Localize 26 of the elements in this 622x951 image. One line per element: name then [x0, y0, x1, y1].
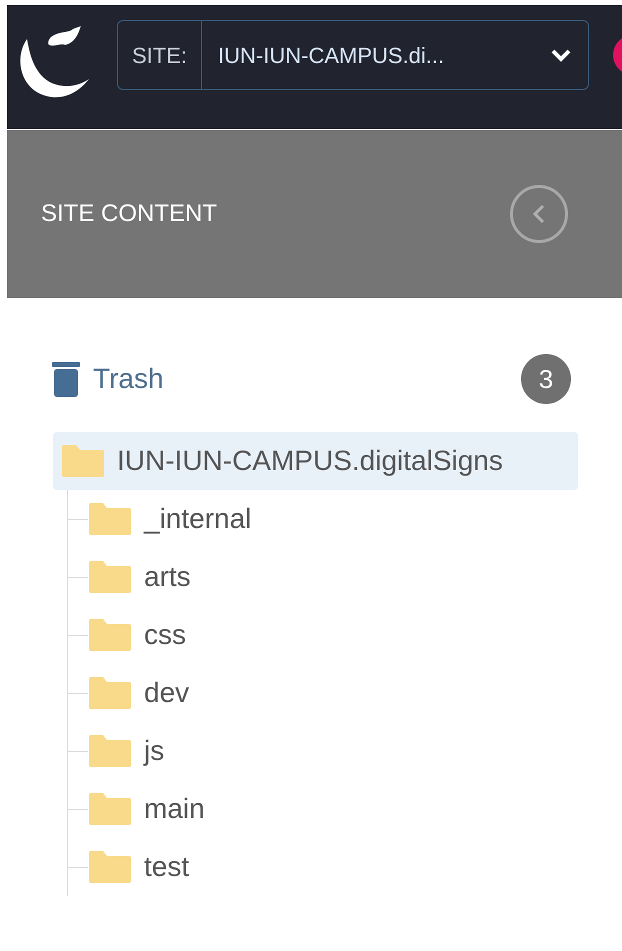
collapse-button[interactable] — [510, 185, 568, 243]
site-label: SITE: — [118, 21, 202, 89]
site-value: IUN-IUN-CAMPUS.di... — [217, 42, 446, 70]
trash-count: 3 — [521, 354, 571, 404]
folder-item[interactable]: IUN-IUN-CAMPUS.digitalSigns — [53, 432, 578, 490]
folder-item[interactable]: _internal — [88, 490, 578, 548]
folder-icon — [88, 560, 132, 594]
folder-icon — [88, 734, 132, 768]
panel-title: SITE CONTENT — [41, 199, 218, 229]
folder-item[interactable]: test — [88, 838, 578, 896]
folder-icon — [88, 850, 132, 884]
trash-link[interactable]: Trash — [51, 358, 164, 400]
folder-item[interactable]: dev — [88, 664, 578, 722]
trash-icon — [51, 360, 81, 398]
folder-icon — [88, 676, 132, 710]
chevron-left-icon — [532, 203, 546, 225]
folder-item[interactable]: js — [88, 722, 578, 780]
site-dropdown[interactable]: SITE: IUN-IUN-CAMPUS.di... — [117, 20, 589, 90]
folder-icon — [88, 502, 132, 536]
folder-icon — [61, 444, 105, 478]
chevron-down-icon — [550, 48, 572, 62]
folder-item[interactable]: css — [88, 606, 578, 664]
folder-item[interactable]: arts — [88, 548, 578, 606]
folder-icon — [88, 792, 132, 826]
folder-icon — [88, 618, 132, 652]
folder-item[interactable]: main — [88, 780, 578, 838]
